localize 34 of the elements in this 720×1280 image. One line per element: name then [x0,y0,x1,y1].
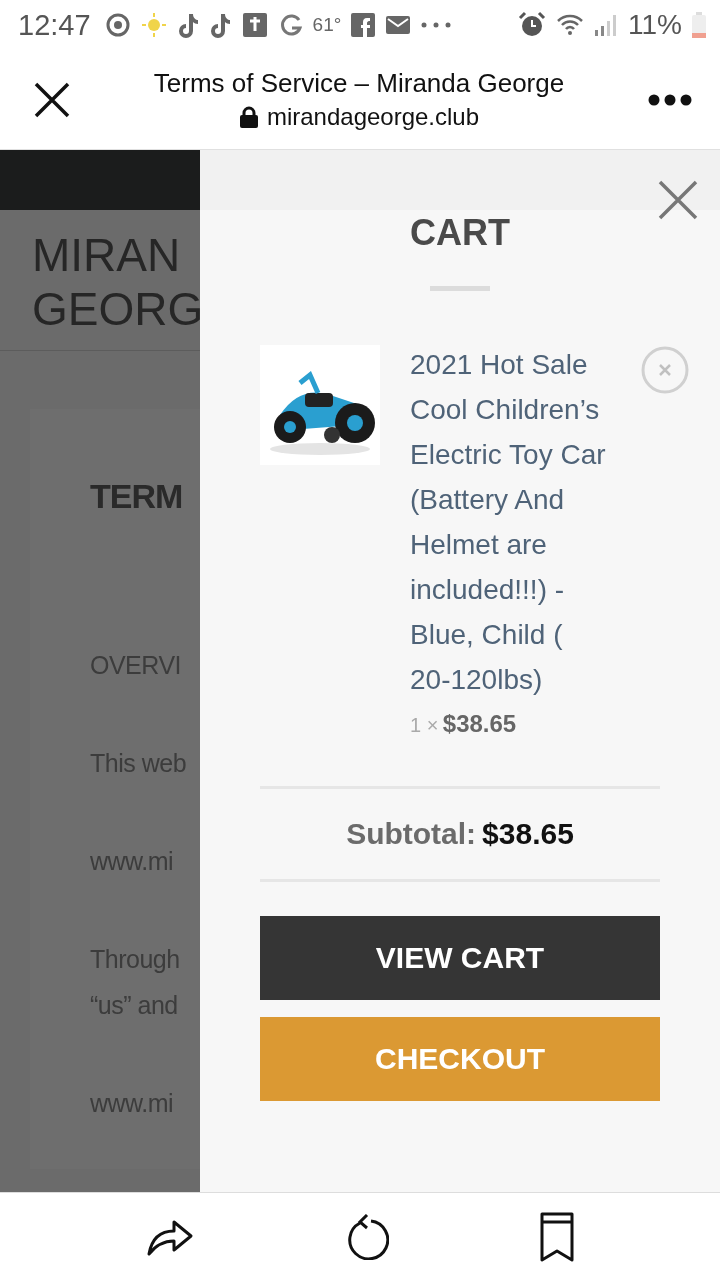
mail-icon [385,13,412,37]
bookmark-icon[interactable] [540,1211,575,1262]
lock-icon [238,106,259,128]
alarm-icon [518,11,547,39]
cart-title: CART [410,212,510,254]
facebook-icon [351,13,376,37]
product-name-link[interactable]: 2021 Hot Sale Cool Children’s Electric Toy Car (Battery And Helmet are included!!!) - Blue, Child ( 20-120lbs) [410,342,610,702]
page-heading: TERM [90,477,184,516]
battery-icon [692,12,706,38]
bible-icon [240,11,269,39]
reload-icon[interactable] [345,1213,389,1260]
subtotal-label: Subtotal: [346,817,477,851]
note-icon [176,12,199,38]
checkout-button[interactable]: CHECKOUT [260,1017,660,1101]
g-icon [278,13,303,37]
close-icon[interactable] [34,81,70,118]
temperature: 61° [312,14,342,36]
note-icon [208,12,231,38]
item-price: $38.65 [442,710,517,737]
more-icon [421,22,452,28]
battery-level: 11% [628,9,682,41]
quantity: 1 × [410,714,439,736]
sync-icon [104,12,131,38]
subtotal-amount: $38.65 [482,817,574,851]
signal-icon [594,13,619,37]
view-cart-button[interactable]: VIEW CART [260,916,660,1000]
site-logo[interactable]: GEORG [32,282,200,336]
status-time: 12:47 [18,8,91,42]
wifi-icon [556,13,585,37]
site-logo[interactable]: MIRAN [32,228,200,282]
more-icon[interactable] [648,93,692,106]
page-url: mirandageorge.club [266,103,480,131]
page-title: Terms of Service – Miranda George [153,68,565,99]
sun-icon [140,12,167,38]
